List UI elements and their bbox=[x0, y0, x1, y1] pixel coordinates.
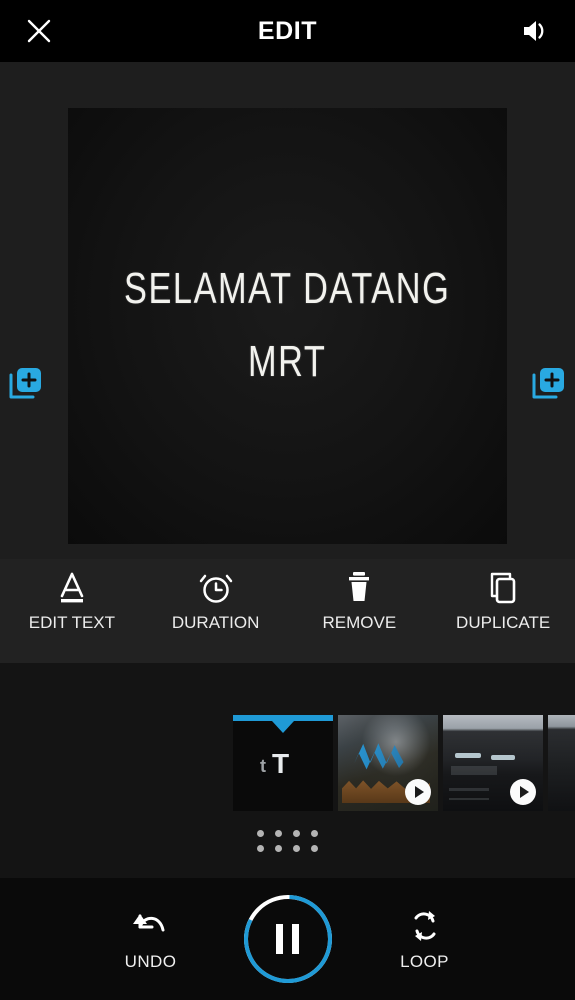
clip-thumbnail bbox=[548, 715, 575, 811]
drag-handle-dots-icon[interactable] bbox=[257, 830, 318, 852]
preview-stage: SELAMAT DATANG MRT bbox=[0, 62, 575, 559]
play-badge-icon bbox=[405, 779, 431, 805]
duplicate-button[interactable]: DUPLICATE bbox=[431, 567, 575, 633]
timeline-drag-handle[interactable] bbox=[0, 830, 575, 852]
add-media-icon bbox=[532, 368, 564, 399]
app-header: EDIT bbox=[0, 0, 575, 62]
overlay-text-line-1: SELAMAT DATANG bbox=[124, 264, 451, 314]
video-preview[interactable]: SELAMAT DATANG MRT bbox=[68, 108, 507, 544]
timeline-clip-video[interactable] bbox=[338, 715, 438, 811]
page-title: EDIT bbox=[257, 16, 318, 45]
undo-button[interactable]: UNDO bbox=[76, 906, 226, 972]
edit-text-button[interactable]: EDIT TEXT bbox=[0, 567, 144, 633]
trash-icon bbox=[342, 567, 376, 609]
overlay-text-line-2: MRT bbox=[248, 337, 327, 386]
play-badge-icon bbox=[510, 779, 536, 805]
close-icon bbox=[27, 19, 51, 43]
clip-action-toolbar: EDIT TEXT DURATION REMOVE DUPLICATE bbox=[0, 559, 575, 663]
sound-toggle-button[interactable] bbox=[515, 10, 557, 52]
edit-text-label: EDIT TEXT bbox=[28, 613, 116, 632]
playback-bar: UNDO LOOP bbox=[0, 878, 575, 1000]
alarm-clock-icon bbox=[197, 567, 235, 609]
pause-icon bbox=[276, 924, 299, 954]
timeline-clip-video[interactable] bbox=[443, 715, 543, 811]
close-button[interactable] bbox=[18, 10, 60, 52]
undo-arrow-icon bbox=[131, 906, 171, 946]
remove-button[interactable]: REMOVE bbox=[288, 567, 432, 633]
add-media-icon bbox=[9, 368, 41, 399]
text-clip-icon: t T bbox=[233, 715, 333, 811]
copy-icon bbox=[485, 567, 521, 609]
overlay-text[interactable]: SELAMAT DATANG MRT bbox=[124, 253, 450, 398]
loop-button[interactable]: LOOP bbox=[350, 906, 500, 972]
clip-strip[interactable]: t T bbox=[0, 715, 575, 811]
timeline-clip-video[interactable] bbox=[548, 715, 575, 811]
remove-label: REMOVE bbox=[322, 613, 397, 632]
speaker-icon bbox=[524, 21, 544, 41]
timeline-clip-text[interactable]: t T bbox=[233, 715, 333, 811]
text-format-icon bbox=[55, 567, 89, 609]
add-clip-left-button[interactable] bbox=[8, 365, 44, 401]
svg-text:t: t bbox=[260, 756, 266, 776]
add-clip-right-button[interactable] bbox=[531, 365, 567, 401]
undo-label: UNDO bbox=[124, 952, 177, 971]
play-pause-button[interactable] bbox=[240, 891, 336, 987]
svg-text:T: T bbox=[272, 748, 289, 779]
loop-repeat-icon bbox=[407, 906, 443, 946]
duplicate-label: DUPLICATE bbox=[456, 613, 551, 632]
duration-button[interactable]: DURATION bbox=[144, 567, 288, 633]
loop-label: LOOP bbox=[400, 952, 449, 971]
video-editor-screen: EDIT SELAMAT DATANG MRT EDIT TEXT DURATI… bbox=[0, 0, 575, 1000]
duration-label: DURATION bbox=[171, 613, 260, 632]
